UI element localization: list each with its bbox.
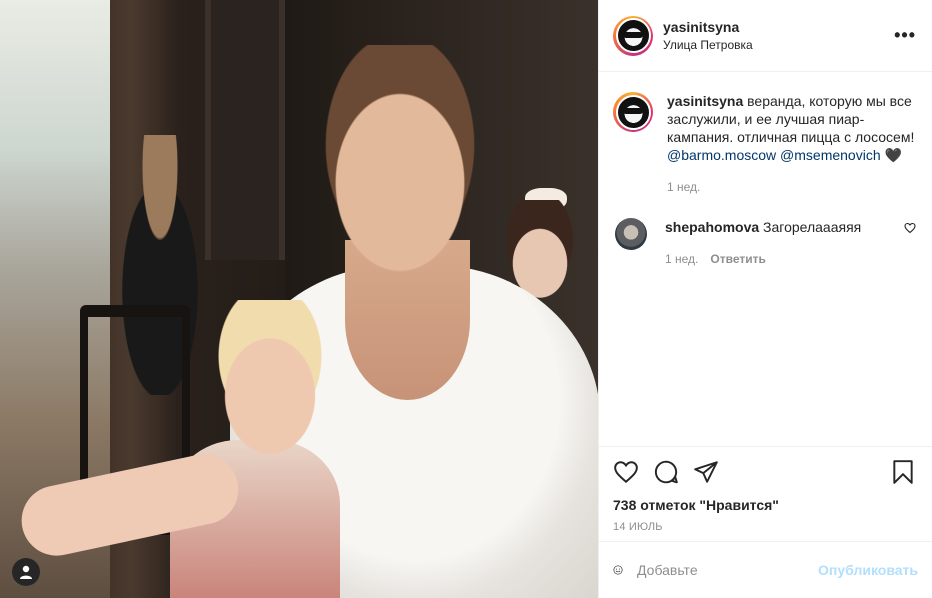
post-container: yasinitsyna Улица Петровка ••• yasinitsy… bbox=[0, 0, 932, 598]
sunglasses-icon bbox=[623, 31, 643, 38]
tagged-users-button[interactable] bbox=[12, 558, 40, 586]
comment-avatar[interactable] bbox=[615, 218, 647, 250]
caption-username[interactable]: yasinitsyna bbox=[667, 93, 743, 109]
comment-item: shepahomova Загорелаааяяя 1 нед. Ответить bbox=[613, 218, 916, 268]
comment-like-heart-icon[interactable] bbox=[904, 222, 916, 234]
caption-meta: 1 нед. bbox=[667, 178, 916, 196]
comment-username[interactable]: shepahomova bbox=[665, 219, 759, 235]
add-comment-bar: Опубликовать bbox=[599, 541, 932, 598]
post-photo[interactable] bbox=[0, 0, 598, 598]
caption-text-block: yasinitsyna веранда, которую мы все засл… bbox=[667, 92, 916, 164]
paper-plane-icon[interactable] bbox=[693, 459, 719, 485]
caption-emoji: 🖤 bbox=[880, 147, 902, 163]
comment-meta: 1 нед. Ответить bbox=[665, 250, 904, 268]
avatar-image bbox=[615, 94, 651, 130]
post-sidebar: yasinitsyna Улица Петровка ••• yasinitsy… bbox=[598, 0, 932, 598]
post-date[interactable]: 14 ИЮЛЬ bbox=[613, 521, 916, 533]
reply-button[interactable]: Ответить bbox=[710, 252, 765, 266]
post-header: yasinitsyna Улица Петровка ••• bbox=[599, 0, 932, 72]
actions-area: 738 отметок "Нравится" 14 ИЮЛЬ bbox=[599, 446, 932, 541]
photo-woman-head bbox=[300, 45, 500, 295]
more-options-icon[interactable]: ••• bbox=[894, 25, 916, 46]
comment-body: shepahomova Загорелаааяяя 1 нед. Ответить bbox=[665, 218, 904, 268]
avatar-image bbox=[615, 18, 651, 53]
photo-baby-head bbox=[195, 300, 345, 460]
caption-body: yasinitsyna веранда, которую мы все засл… bbox=[667, 92, 916, 196]
caption-avatar[interactable] bbox=[613, 92, 653, 132]
likes-count[interactable]: 738 отметок "Нравится" bbox=[613, 497, 916, 513]
caption: yasinitsyna веранда, которую мы все засл… bbox=[613, 92, 916, 196]
action-bar bbox=[613, 457, 916, 487]
comment-input[interactable] bbox=[637, 562, 819, 578]
user-icon bbox=[20, 565, 32, 579]
smiley-icon[interactable] bbox=[613, 557, 623, 583]
header-location[interactable]: Улица Петровка bbox=[663, 38, 894, 52]
comment-icon[interactable] bbox=[653, 459, 679, 485]
sunglasses-icon bbox=[623, 108, 643, 114]
caption-time[interactable]: 1 нед. bbox=[667, 180, 700, 194]
comment-time[interactable]: 1 нед. bbox=[665, 252, 698, 266]
photo-window bbox=[205, 0, 285, 260]
header-username[interactable]: yasinitsyna bbox=[663, 19, 894, 35]
mention-link[interactable]: @msemenovich bbox=[780, 147, 881, 163]
comment-text: Загорелаааяяя bbox=[763, 219, 862, 235]
bookmark-icon[interactable] bbox=[890, 459, 916, 485]
mention-link[interactable]: @barmo.moscow bbox=[667, 147, 776, 163]
publish-button[interactable]: Опубликовать bbox=[818, 562, 918, 578]
comment-text-block: shepahomova Загорелаааяяя bbox=[665, 218, 904, 236]
profile-avatar[interactable] bbox=[613, 15, 653, 56]
heart-icon[interactable] bbox=[613, 459, 639, 485]
header-text: yasinitsyna Улица Петровка bbox=[663, 19, 894, 52]
comments-section[interactable]: yasinitsyna веранда, которую мы все засл… bbox=[599, 72, 932, 446]
